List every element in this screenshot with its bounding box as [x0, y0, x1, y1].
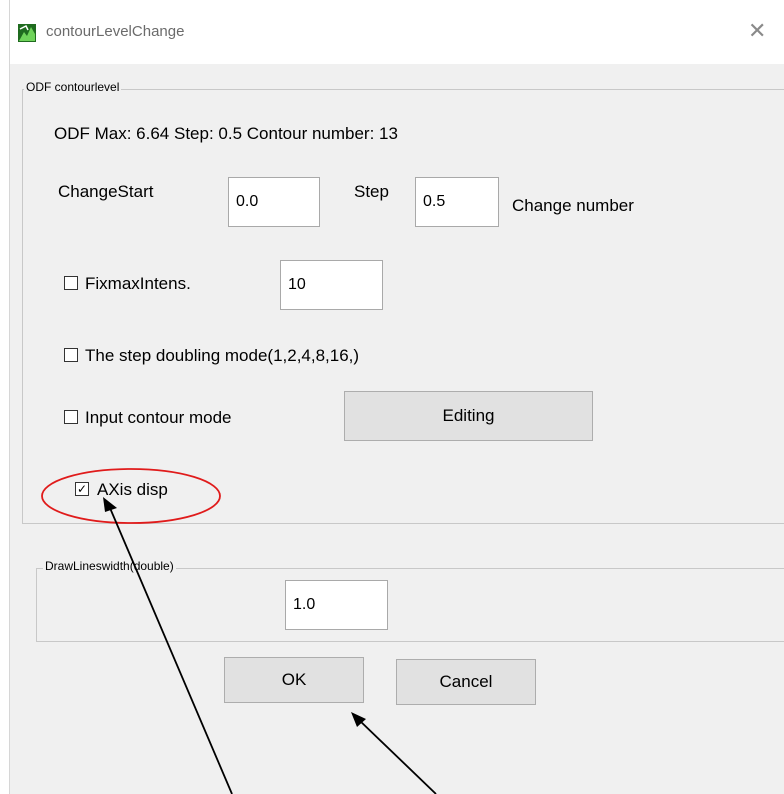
annotation-overlay [41, 468, 437, 794]
arrow-to-ok-button [351, 712, 437, 794]
highlight-ellipse [41, 468, 221, 524]
arrow-to-axis-disp [103, 497, 233, 794]
